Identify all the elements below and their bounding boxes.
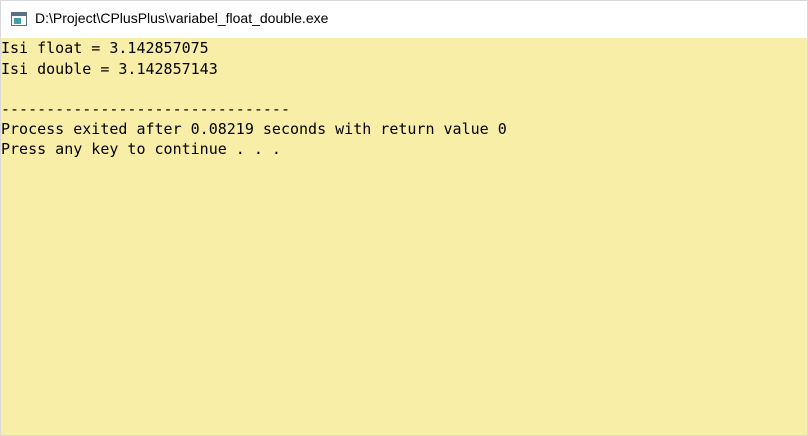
window-title: D:\Project\CPlusPlus\variabel_float_doub… [35,10,329,26]
output-line-process-exit: Process exited after 0.08219 seconds wit… [1,120,507,138]
console-window: D:\Project\CPlusPlus\variabel_float_doub… [0,0,808,436]
output-separator: -------------------------------- [1,100,290,118]
output-line-double: Isi double = 3.142857143 [1,60,218,78]
console-window-icon [11,12,27,26]
output-line-float: Isi float = 3.142857075 [1,39,209,57]
title-bar[interactable]: D:\Project\CPlusPlus\variabel_float_doub… [1,1,807,37]
console-output[interactable]: Isi float = 3.142857075 Isi double = 3.1… [1,38,807,435]
output-line-press-key: Press any key to continue . . . [1,140,281,158]
